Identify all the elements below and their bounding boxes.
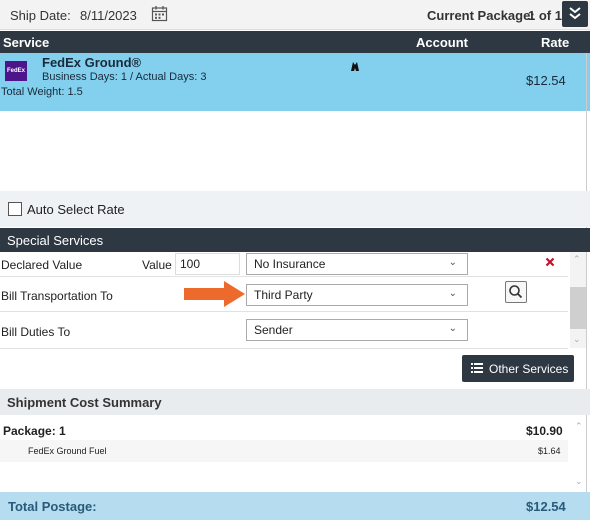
rate-row-fedex-ground[interactable]: FedEx FedEx Ground® Business Days: 1 / A… — [0, 53, 590, 111]
insurance-select-value: No Insurance — [254, 257, 326, 271]
special-services-header: Special Services — [0, 228, 590, 252]
insurance-select[interactable]: No Insurance ⌄ — [246, 253, 468, 275]
scrollbar-thumb[interactable] — [570, 287, 586, 329]
declared-value-label: Declared Value — [1, 258, 83, 272]
scroll-up-icon[interactable]: ⌃ — [573, 254, 581, 265]
bill-transportation-value: Third Party — [254, 288, 313, 302]
expand-button[interactable] — [562, 1, 588, 27]
auto-select-label[interactable]: Auto Select Rate — [27, 202, 125, 217]
current-package-label: Current Package: — [427, 8, 535, 23]
other-services-label: Other Services — [489, 362, 569, 376]
current-package-value: 1 of 1 — [528, 8, 562, 23]
cost-summary-header: Shipment Cost Summary — [0, 389, 590, 415]
declared-value-row: Declared Value Value 100 No Insurance ⌄ — [0, 252, 568, 277]
rate-value: $12.54 — [526, 73, 566, 88]
bill-transportation-label: Bill Transportation To — [1, 289, 113, 303]
bill-duties-label: Bill Duties To — [1, 325, 71, 339]
calendar-icon[interactable] — [151, 5, 168, 22]
arrow-icon — [184, 281, 245, 307]
scroll-down-icon[interactable]: ⌄ — [575, 476, 583, 487]
service-days: Business Days: 1 / Actual Days: 3 — [42, 71, 207, 83]
total-postage-label: Total Postage: — [8, 499, 97, 514]
chevron-down-icon: ⌄ — [448, 257, 457, 268]
other-services-button[interactable]: Other Services — [462, 355, 574, 382]
bill-duties-row: Bill Duties To Sender ⌄ — [0, 312, 568, 349]
chevron-down-icon: ⌄ — [448, 288, 457, 299]
service-column-header: Service — [3, 35, 50, 50]
scroll-up-icon[interactable]: ⌃ — [575, 421, 583, 432]
chevron-down-icon: ⌄ — [448, 323, 457, 334]
value-label: Value — [142, 258, 172, 272]
bill-duties-value: Sender — [254, 323, 293, 337]
package-cost-label: Package: 1 — [3, 424, 66, 438]
total-postage-value: $12.54 — [526, 499, 566, 514]
account-icon — [351, 62, 359, 71]
fedex-logo: FedEx — [5, 61, 27, 81]
rates-table-header: Service Account Rate — [0, 31, 590, 53]
special-services-title: Special Services — [7, 233, 104, 248]
service-name: FedEx Ground® — [42, 55, 142, 70]
search-icon — [509, 285, 523, 299]
ship-date-value[interactable]: 8/11/2023 — [80, 8, 137, 23]
third-party-search-button[interactable] — [505, 281, 527, 303]
divider — [586, 53, 587, 520]
auto-select-checkbox[interactable] — [8, 202, 22, 216]
package-cost-value: $10.90 — [526, 424, 563, 438]
fuel-surcharge-value: $1.64 — [538, 446, 561, 456]
ship-date-label: Ship Date: — [10, 8, 71, 23]
total-weight: Total Weight: 1.5 — [1, 86, 83, 98]
remove-icon[interactable] — [545, 257, 555, 267]
list-icon — [471, 363, 483, 373]
auto-select-row: Auto Select Rate — [0, 191, 590, 227]
bill-transportation-select[interactable]: Third Party ⌄ — [246, 284, 468, 306]
total-postage-row: Total Postage: $12.54 — [0, 492, 590, 520]
account-column-header: Account — [416, 35, 468, 50]
expand-icon — [569, 7, 581, 20]
cost-summary-title: Shipment Cost Summary — [7, 395, 162, 410]
declared-value-input[interactable]: 100 — [175, 253, 240, 275]
fuel-surcharge-label: FedEx Ground Fuel — [28, 446, 107, 456]
rate-column-header: Rate — [541, 35, 570, 50]
scroll-down-icon[interactable]: ⌄ — [573, 334, 581, 345]
fuel-surcharge-row: FedEx Ground Fuel $1.64 — [0, 440, 568, 462]
bill-transportation-row: Bill Transportation To Third Party ⌄ — [0, 277, 568, 312]
top-bar: Ship Date: 8/11/2023 Current Package: 1 … — [0, 0, 590, 30]
bill-duties-select[interactable]: Sender ⌄ — [246, 319, 468, 341]
rates-empty-area — [0, 111, 590, 191]
